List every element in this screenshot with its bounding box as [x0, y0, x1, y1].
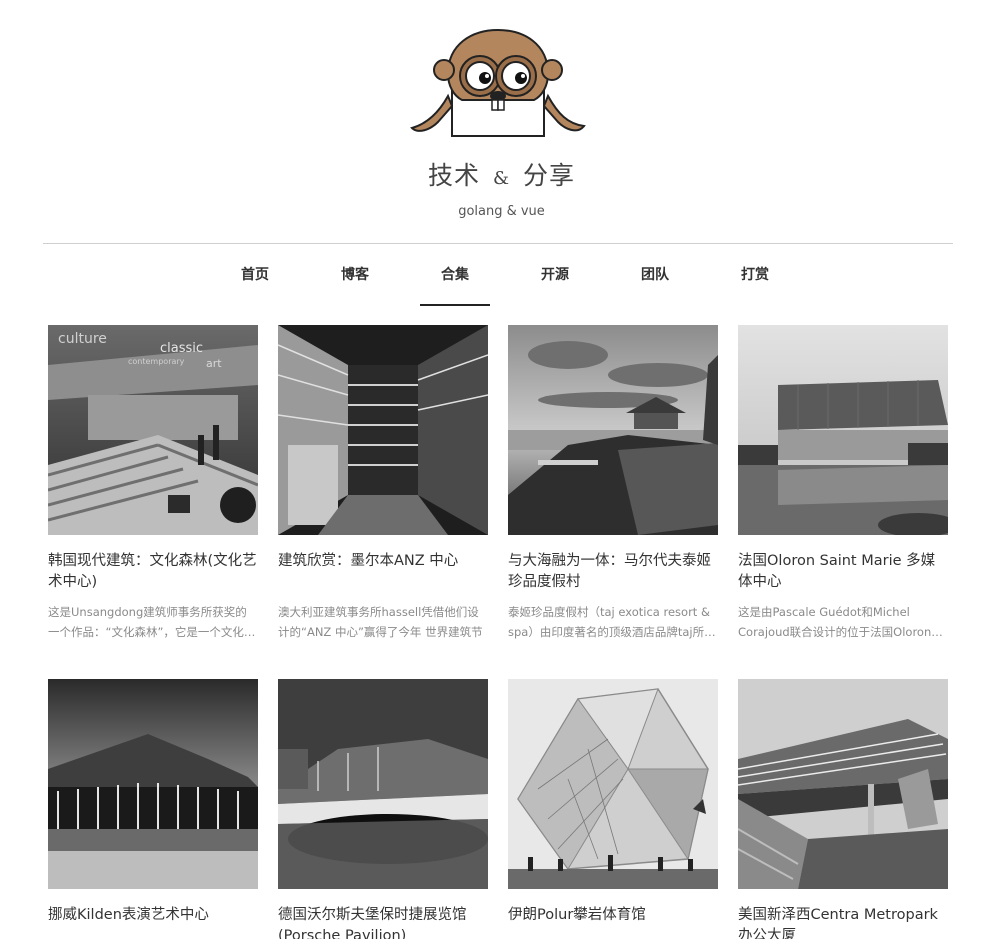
- site-title[interactable]: 技术 & 分享: [0, 156, 1003, 192]
- building-photo-icon[interactable]: [508, 325, 718, 535]
- collection-card[interactable]: 挪威Kilden表演艺术中心: [48, 679, 258, 939]
- card-title[interactable]: 与大海融为一体：马尔代夫泰姬珍品度假村: [508, 551, 718, 593]
- card-excerpt: 泰姬珍品度假村（taj exotica resort & spa）由印度著名的顶…: [508, 605, 716, 639]
- page: 技术 & 分享 golang & vue 首页 博客 合集 开源 团队 打赏 c…: [0, 0, 1003, 939]
- image-sign-text: culture: [58, 331, 107, 347]
- nav-item-home[interactable]: 首页: [205, 244, 305, 306]
- card-title[interactable]: 伊朗Polur攀岩体育馆: [508, 905, 718, 939]
- building-photo-icon[interactable]: [48, 679, 258, 889]
- nav-item-donate[interactable]: 打赏: [705, 244, 805, 306]
- card-title[interactable]: 德国沃尔斯夫堡保时捷展览馆(Porsche Pavilion): [278, 905, 488, 939]
- image-sign-text: contemporary: [128, 357, 185, 366]
- nav-item-blog[interactable]: 博客: [305, 244, 405, 306]
- image-sign-text: classic: [160, 341, 203, 356]
- nav-item-open-source[interactable]: 开源: [505, 244, 605, 306]
- site-title-part2: 分享: [522, 161, 575, 190]
- collection-card[interactable]: 法国Oloron Saint Marie 多媒体中心 这是由Pascale Gu…: [738, 325, 948, 642]
- gopher-mascot-icon[interactable]: [408, 26, 588, 138]
- card-excerpt: 这是Unsangdong建筑师事务所获奖的一个作品：“文化森林”，它是一个文化艺…: [48, 605, 256, 639]
- building-photo-icon[interactable]: [278, 325, 488, 535]
- card-title[interactable]: 挪威Kilden表演艺术中心: [48, 905, 258, 939]
- site-title-part1: 技术: [428, 161, 481, 190]
- collection-card[interactable]: 伊朗Polur攀岩体育馆: [508, 679, 718, 939]
- building-photo-icon[interactable]: [278, 679, 488, 889]
- card-title[interactable]: 韩国现代建筑：文化森林(文化艺术中心): [48, 551, 258, 593]
- collection-card[interactable]: 德国沃尔斯夫堡保时捷展览馆(Porsche Pavilion): [278, 679, 488, 939]
- card-title[interactable]: 法国Oloron Saint Marie 多媒体中心: [738, 551, 948, 593]
- card-excerpt: 这是由Pascale Guédot和Michel Corajoud联合设计的位于…: [738, 605, 932, 639]
- collection-card[interactable]: 与大海融为一体：马尔代夫泰姬珍品度假村 泰姬珍品度假村（taj exotica …: [508, 325, 718, 642]
- site-subtitle: golang & vue: [458, 204, 545, 219]
- building-photo-icon[interactable]: culture classic contemporary art: [48, 325, 258, 535]
- card-title[interactable]: 美国新泽西Centra Metropark办公大厦: [738, 905, 948, 939]
- building-photo-icon[interactable]: [738, 325, 948, 535]
- site-title-amp: &: [492, 168, 511, 189]
- image-sign-text: art: [206, 357, 222, 370]
- building-photo-icon[interactable]: [738, 679, 948, 889]
- building-photo-icon[interactable]: [508, 679, 718, 889]
- collection-card[interactable]: 美国新泽西Centra Metropark办公大厦: [738, 679, 948, 939]
- card-title[interactable]: 建筑欣赏：墨尔本ANZ 中心: [278, 551, 488, 593]
- collection-card[interactable]: culture classic contemporary art 韩国现代建筑：…: [48, 325, 258, 642]
- nav-item-collection[interactable]: 合集: [405, 244, 505, 306]
- collection-card[interactable]: 建筑欣赏：墨尔本ANZ 中心 澳大利亚建筑事务所hassell凭借他们设计的“A…: [278, 325, 488, 642]
- main-nav: 首页 博客 合集 开源 团队 打赏: [205, 244, 805, 306]
- site-header: 技术 & 分享 golang & vue: [0, 0, 1003, 244]
- nav-item-team[interactable]: 团队: [605, 244, 705, 306]
- card-excerpt: 澳大利亚建筑事务所hassell凭借他们设计的“ANZ 中心”赢得了今年 世界建…: [278, 605, 483, 639]
